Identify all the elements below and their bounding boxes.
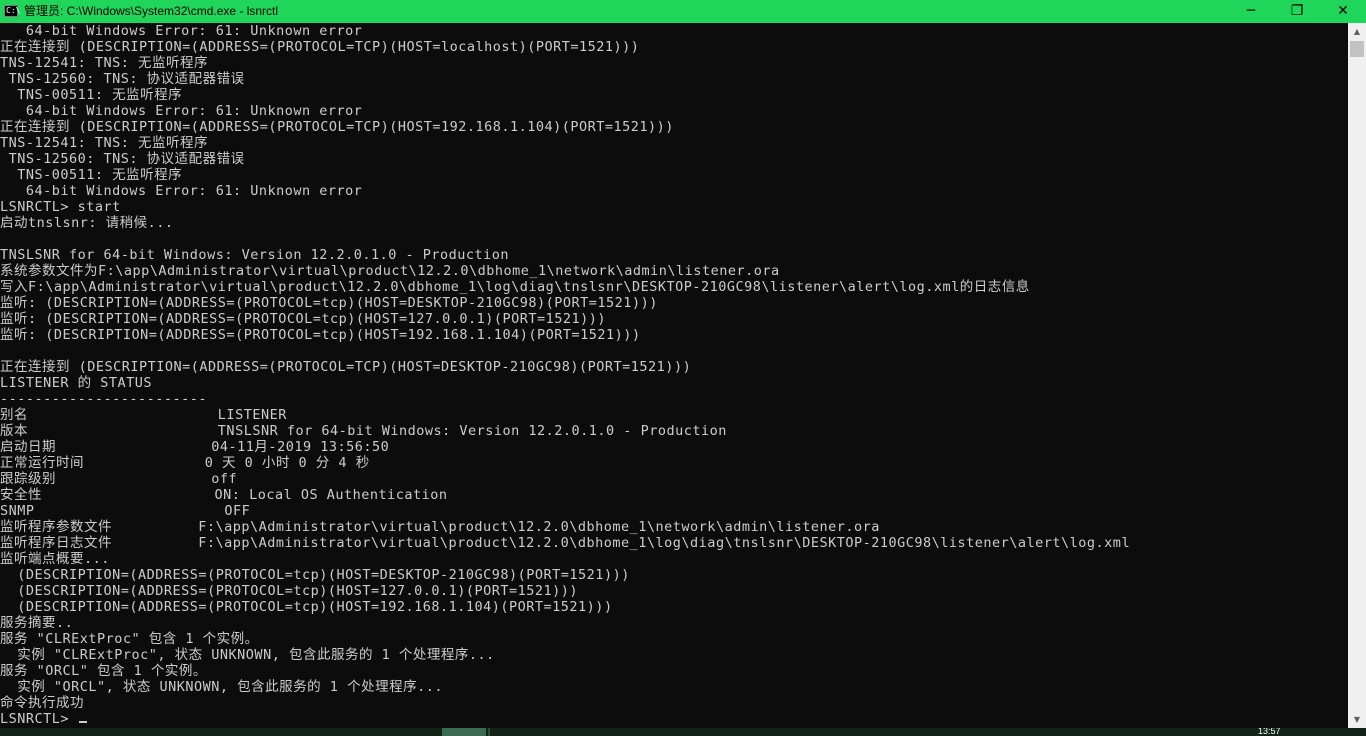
console-line: 版本 TNSLSNR for 64-bit Windows: Version 1…	[0, 423, 727, 439]
console-line: 监听端点概要...	[0, 551, 110, 567]
window-title: 管理员: C:\Windows\System32\cmd.exe - lsnrc…	[24, 4, 279, 18]
console-line: 监听程序参数文件 F:\app\Administrator\virtual\pr…	[0, 519, 880, 535]
console-line: 监听程序日志文件 F:\app\Administrator\virtual\pr…	[0, 535, 1131, 551]
console-line: 别名 LISTENER	[0, 407, 287, 423]
close-icon: ✕	[1337, 3, 1349, 19]
console-line: 命令执行成功	[0, 695, 84, 711]
console-line: 安全性 ON: Local OS Authentication	[0, 487, 448, 503]
scroll-thumb[interactable]	[1350, 41, 1364, 57]
cmd-icon[interactable]: C:\	[4, 5, 21, 17]
title-bar[interactable]: C:\ 管理员: C:\Windows\System32\cmd.exe - l…	[0, 0, 1366, 23]
console-line: 服务 "ORCL" 包含 1 个实例。	[0, 663, 207, 679]
console-line: 正常运行时间 0 天 0 小时 0 分 4 秒	[0, 455, 370, 471]
cmd-icon-glyph: C:\	[6, 6, 21, 15]
text-cursor	[78, 721, 87, 723]
taskbar: 13:57	[0, 728, 1366, 736]
console-line: TNS-12541: TNS: 无监听程序	[0, 135, 209, 151]
restore-button[interactable]: ❐	[1274, 0, 1320, 23]
console-line: 系统参数文件为F:\app\Administrator\virtual\prod…	[0, 263, 780, 279]
console-line: 监听: (DESCRIPTION=(ADDRESS=(PROTOCOL=tcp)…	[0, 327, 641, 343]
console-line: TNS-12560: TNS: 协议适配器错误	[0, 71, 245, 87]
console-line: 监听: (DESCRIPTION=(ADDRESS=(PROTOCOL=tcp)…	[0, 295, 658, 311]
taskbar-clock[interactable]: 13:57	[1258, 728, 1281, 736]
minimize-button[interactable]: ─	[1228, 0, 1274, 23]
console-line: 正在连接到 (DESCRIPTION=(ADDRESS=(PROTOCOL=TC…	[0, 39, 640, 55]
console-line: (DESCRIPTION=(ADDRESS=(PROTOCOL=tcp)(HOS…	[0, 583, 579, 599]
command-prompt-line[interactable]: LSNRCTL>	[0, 711, 87, 727]
console-line: 跟踪级别 off	[0, 471, 238, 487]
console-line: 启动tnslsnr: 请稍候...	[0, 215, 174, 231]
console-line: 64-bit Windows Error: 61: Unknown error	[0, 183, 363, 199]
console-line: 64-bit Windows Error: 61: Unknown error	[0, 103, 363, 119]
console-line: (DESCRIPTION=(ADDRESS=(PROTOCOL=tcp)(HOS…	[0, 567, 630, 583]
console-line: 启动日期 04-11月-2019 13:56:50	[0, 439, 390, 455]
taskbar-separator	[488, 728, 490, 736]
scroll-down-icon[interactable]: ▼	[1348, 711, 1366, 728]
vertical-scrollbar[interactable]: ▲ ▼	[1348, 23, 1366, 728]
console-line: 实例 "CLRExtProc", 状态 UNKNOWN, 包含此服务的 1 个处…	[0, 647, 495, 663]
close-button[interactable]: ✕	[1320, 0, 1366, 23]
minimize-icon: ─	[1246, 3, 1256, 19]
console-line: TNS-12560: TNS: 协议适配器错误	[0, 151, 245, 167]
console-output[interactable]: 64-bit Windows Error: 61: Unknown error …	[0, 23, 1348, 728]
console-line: TNSLSNR for 64-bit Windows: Version 12.2…	[0, 247, 510, 263]
console-line: TNS-00511: 无监听程序	[0, 167, 183, 183]
cmd-window: C:\ 管理员: C:\Windows\System32\cmd.exe - l…	[0, 0, 1366, 728]
command-prompt: LSNRCTL>	[0, 711, 78, 727]
console-line: 服务摘要..	[0, 615, 74, 631]
console-line: 正在连接到 (DESCRIPTION=(ADDRESS=(PROTOCOL=TC…	[0, 359, 692, 375]
console-line: ------------------------	[0, 391, 208, 407]
console-line: 监听: (DESCRIPTION=(ADDRESS=(PROTOCOL=tcp)…	[0, 311, 607, 327]
console-line: TNS-00511: 无监听程序	[0, 87, 183, 103]
console-line: LISTENER 的 STATUS	[0, 375, 153, 391]
console-line: 64-bit Windows Error: 61: Unknown error	[0, 23, 363, 39]
taskbar-active-app[interactable]	[442, 728, 486, 736]
console-line: 正在连接到 (DESCRIPTION=(ADDRESS=(PROTOCOL=TC…	[0, 119, 674, 135]
console-line: SNMP OFF	[0, 503, 251, 519]
console-line: LSNRCTL> start	[0, 199, 121, 215]
console-line: 写入F:\app\Administrator\virtual\product\1…	[0, 279, 1030, 295]
console-line: TNS-12541: TNS: 无监听程序	[0, 55, 209, 71]
console-line: 实例 "ORCL", 状态 UNKNOWN, 包含此服务的 1 个处理程序...	[0, 679, 443, 695]
restore-icon: ❐	[1290, 3, 1304, 19]
console-line: (DESCRIPTION=(ADDRESS=(PROTOCOL=tcp)(HOS…	[0, 599, 613, 615]
console-line: 服务 "CLRExtProc" 包含 1 个实例。	[0, 631, 259, 647]
scroll-up-icon[interactable]: ▲	[1348, 23, 1366, 40]
